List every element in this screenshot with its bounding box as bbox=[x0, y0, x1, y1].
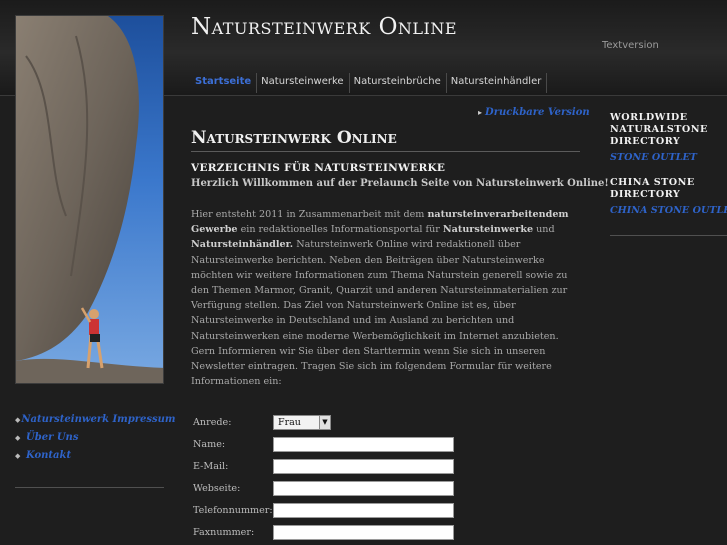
email-field[interactable] bbox=[273, 459, 454, 474]
fax-label: Faxnummer: bbox=[193, 527, 255, 538]
left-menu-label: Natursteinwerk Impressum bbox=[21, 413, 176, 425]
intro-text: Hier entsteht 2011 in Zusammenarbeit mit… bbox=[191, 209, 428, 220]
telefon-field[interactable] bbox=[273, 503, 454, 518]
webseite-field[interactable] bbox=[273, 481, 454, 496]
left-menu-item-impressum[interactable]: ◆ Natursteinwerk Impressum bbox=[15, 410, 176, 428]
left-menu-item-ueber-uns[interactable]: ◆ Über Uns bbox=[15, 428, 164, 446]
bullet-icon: ◆ bbox=[15, 414, 21, 424]
main-navigation: Startseite Natursteinwerke Natursteinbrü… bbox=[191, 73, 548, 93]
arrow-icon: ▸ bbox=[478, 107, 483, 117]
nav-startseite[interactable]: Startseite bbox=[191, 73, 258, 93]
page-heading: Natursteinwerk Online bbox=[191, 128, 580, 152]
name-label: Name: bbox=[193, 439, 226, 450]
anrede-value: Frau bbox=[278, 417, 301, 428]
nav-natursteinhaendler[interactable]: Natursteinhändler bbox=[447, 73, 548, 93]
intro-text: ein redaktionelles Informationsportal fü… bbox=[237, 224, 443, 236]
intro-text: Natursteinwerk Online wird redaktionell … bbox=[191, 239, 568, 388]
left-menu-label: Kontakt bbox=[26, 449, 72, 461]
nav-natursteinwerke[interactable]: Natursteinwerke bbox=[257, 73, 350, 93]
bullet-icon: ◆ bbox=[15, 432, 21, 442]
chevron-down-icon[interactable]: ▼ bbox=[319, 416, 330, 429]
anrede-select[interactable]: Frau ▼ bbox=[273, 415, 331, 430]
nav-natursteinbrueche[interactable]: Natursteinbrüche bbox=[350, 73, 447, 93]
stone-outlet-link[interactable]: STONE OUTLET bbox=[610, 152, 727, 163]
left-menu-label: Über Uns bbox=[26, 431, 79, 443]
intro-text: und bbox=[533, 224, 555, 236]
left-menu: ◆ Natursteinwerk Impressum ◆ Über Uns ◆ … bbox=[15, 410, 176, 464]
intro-paragraph: Hier entsteht 2011 in Zusammenarbeit mit… bbox=[191, 207, 583, 389]
bullet-icon: ◆ bbox=[15, 450, 21, 460]
site-title: Natursteinwerk Online bbox=[191, 14, 458, 40]
china-directory-heading: CHINA STONE DIRECTORY bbox=[610, 177, 695, 200]
worldwide-directory-heading: WORLDWIDE NATURALSTONE DIRECTORY bbox=[610, 112, 708, 147]
print-version-link[interactable]: ▸ Druckbare Version bbox=[478, 107, 590, 118]
welcome-text: Herzlich Willkommen auf der Prelaunch Se… bbox=[191, 178, 609, 189]
print-version-label: Druckbare Version bbox=[485, 107, 590, 118]
intro-bold: Natursteinhändler. bbox=[191, 239, 294, 251]
right-sidebar: WORLDWIDE NATURALSTONE DIRECTORY STONE O… bbox=[610, 112, 727, 216]
anrede-label: Anrede: bbox=[193, 417, 232, 428]
intro-bold: Natursteinwerke bbox=[442, 224, 534, 236]
email-label: E-Mail: bbox=[193, 461, 229, 472]
page-subheading: VERZEICHNIS FÜR NATURSTEINWERKE bbox=[191, 162, 446, 174]
telefon-label: Telefonnummer: bbox=[193, 505, 273, 516]
hero-photo-boulder-climber bbox=[15, 15, 164, 384]
right-divider bbox=[610, 235, 727, 236]
textversion-link[interactable]: Textversion bbox=[602, 40, 659, 51]
fax-field[interactable] bbox=[273, 525, 454, 540]
webseite-label: Webseite: bbox=[193, 483, 241, 494]
china-stone-outlet-link[interactable]: CHINA STONE OUTLET bbox=[610, 205, 727, 216]
left-menu-item-kontakt[interactable]: ◆ Kontakt bbox=[15, 446, 164, 464]
name-field[interactable] bbox=[273, 437, 454, 452]
left-divider bbox=[15, 487, 164, 488]
